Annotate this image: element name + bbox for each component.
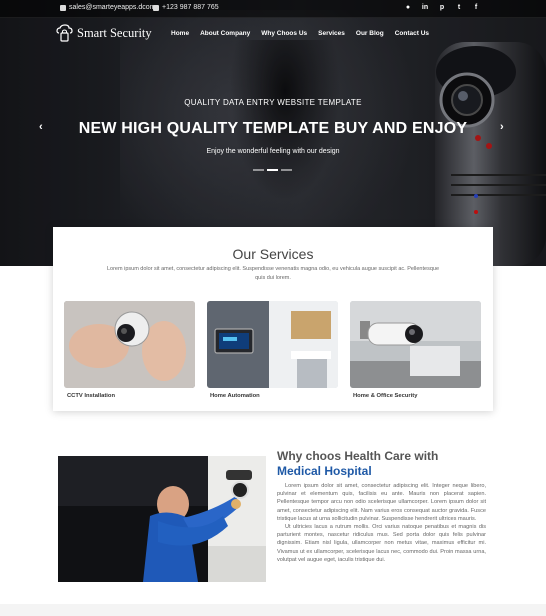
email-contact[interactable]: sales@smarteyeapps.dcom — [60, 4, 155, 11]
linkedin-icon[interactable]: in — [421, 4, 429, 11]
nav-item-about[interactable]: About Company — [200, 30, 250, 37]
home-automation-image — [207, 301, 338, 388]
why-choose-text: Lorem ipsum dolor sit amet, consectetur … — [277, 482, 486, 564]
phone-text: +123 987 887 765 — [162, 4, 219, 11]
service-card-label: Home & Office Security — [353, 393, 418, 399]
nav-item-contact[interactable]: Contact Us — [395, 30, 429, 37]
nav-item-why-choose-us[interactable]: Why Choos Us — [261, 30, 307, 37]
page: sales@smarteyeapps.dcom +123 987 887 765… — [0, 0, 546, 616]
brand-logo[interactable]: Smart Security — [56, 24, 152, 43]
email-text: sales@smarteyeapps.dcom — [69, 4, 156, 11]
service-card-home-automation[interactable]: Home Automation — [207, 301, 338, 399]
service-card-label: CCTV Installation — [67, 393, 115, 399]
why-choose-title-line2: Medical Hospital — [277, 464, 372, 478]
service-card-cctv[interactable]: CCTV Installation — [64, 301, 195, 399]
slider-prev-arrow-icon[interactable]: ‹ — [39, 121, 43, 133]
why-choose-title-line1: Why choos Health Care with — [277, 449, 439, 463]
phone-contact[interactable]: +123 987 887 765 — [153, 4, 219, 11]
home-office-security-image — [350, 301, 481, 388]
why-choose-image — [58, 456, 266, 582]
cctv-installation-image — [64, 301, 195, 388]
nav-item-services[interactable]: Services — [318, 30, 345, 37]
technician-installing-camera-illustration — [58, 456, 266, 582]
main-navbar: Smart Security Home About Company Why Ch… — [0, 22, 546, 48]
slider-dot[interactable] — [281, 169, 292, 171]
twitter-icon[interactable]: t — [455, 4, 463, 11]
facebook-icon[interactable]: f — [472, 4, 480, 11]
why-choose-title: Why choos Health Care with Medical Hospi… — [277, 449, 438, 479]
brand-name: Smart Security — [77, 26, 152, 40]
slider-dots — [253, 169, 292, 171]
why-choose-paragraph-1: Lorem ipsum dolor sit amet, consectetur … — [277, 483, 486, 522]
services-description: Lorem ipsum dolor sit amet, consectetur … — [106, 266, 440, 281]
nav-item-home[interactable]: Home — [171, 30, 189, 37]
hero-tagline: Enjoy the wonderful feeling with our des… — [206, 148, 340, 155]
top-contact-bar: sales@smarteyeapps.dcom +123 987 887 765… — [0, 0, 546, 18]
social-links: ● in p t f — [404, 4, 480, 11]
slider-dot[interactable] — [253, 169, 264, 171]
nav-menu: Home About Company Why Choos Us Services… — [171, 30, 440, 37]
github-icon[interactable]: ● — [404, 4, 412, 11]
footer-strip — [0, 604, 546, 616]
nav-item-blog[interactable]: Our Blog — [356, 30, 384, 37]
slider-dot-active[interactable] — [267, 169, 278, 171]
cloud-lock-icon — [56, 24, 73, 42]
services-title: Our Services — [232, 246, 314, 262]
services-section: Our Services Lorem ipsum dolor sit amet,… — [53, 227, 493, 411]
hero-title: NEW HIGH QUALITY TEMPLATE BUY AND ENJOY — [78, 120, 468, 137]
home-office-security-illustration — [350, 301, 481, 388]
why-choose-paragraph-2: Ut ultricies lacus a rutrum mollis. Orci… — [277, 524, 486, 563]
service-card-label: Home Automation — [210, 393, 260, 399]
hero-subtitle: QUALITY DATA ENTRY WEBSITE TEMPLATE — [184, 98, 362, 107]
envelope-icon — [60, 4, 66, 11]
phone-icon — [153, 4, 159, 11]
pinterest-icon[interactable]: p — [438, 4, 446, 11]
home-automation-illustration — [207, 301, 338, 388]
service-card-home-office-security[interactable]: Home & Office Security — [350, 301, 481, 399]
cctv-installation-illustration — [64, 301, 195, 388]
slider-next-arrow-icon[interactable]: › — [500, 121, 504, 133]
